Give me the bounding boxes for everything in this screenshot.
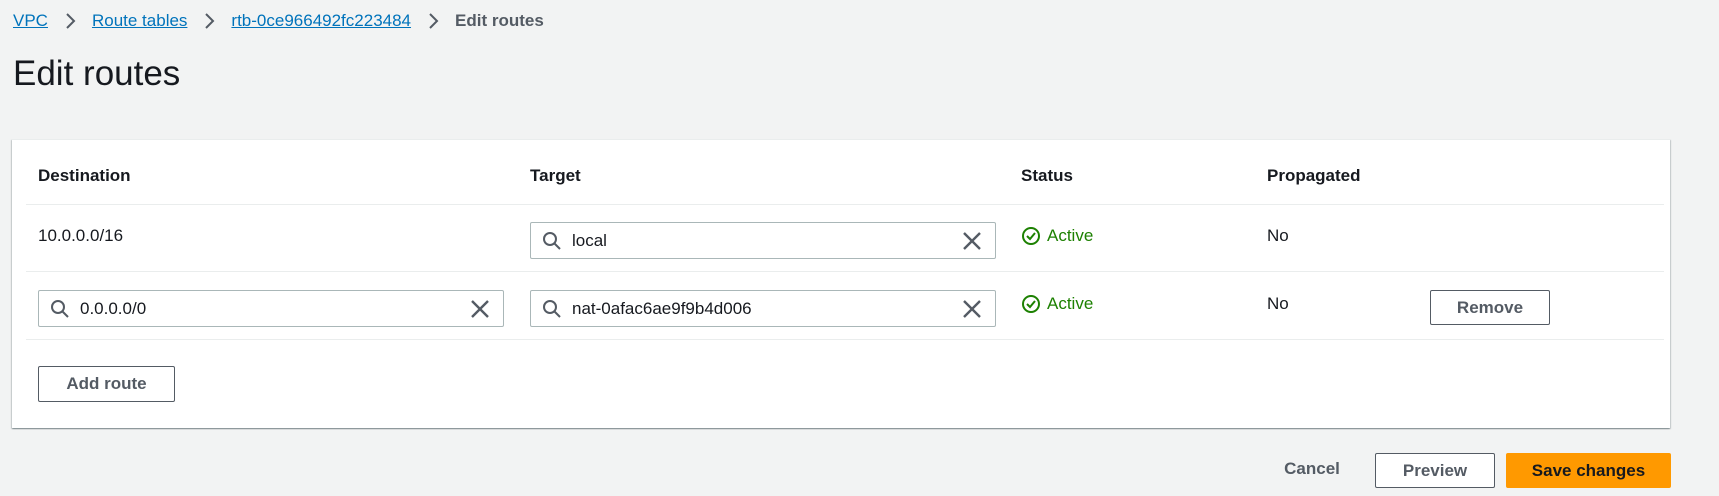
preview-button[interactable]: Preview bbox=[1375, 453, 1495, 488]
status-text: Active bbox=[1047, 226, 1094, 245]
chevron-right-icon bbox=[48, 10, 92, 32]
breadcrumb: VPC Route tables rtb-0ce966492fc223484 E… bbox=[13, 10, 544, 32]
status-text: Active bbox=[1047, 294, 1094, 313]
column-header-target: Target bbox=[530, 166, 581, 185]
breadcrumb-link-route-tables[interactable]: Route tables bbox=[92, 11, 187, 31]
search-icon bbox=[543, 231, 561, 250]
destination-text: 10.0.0.0/16 bbox=[38, 226, 124, 245]
save-changes-button[interactable]: Save changes bbox=[1506, 453, 1671, 488]
add-route-button[interactable]: Add route bbox=[38, 366, 175, 402]
target-input[interactable] bbox=[572, 293, 961, 324]
chevron-right-icon bbox=[411, 10, 455, 32]
row-divider bbox=[26, 339, 1664, 340]
clear-icon[interactable] bbox=[961, 230, 983, 252]
status-indicator: Active bbox=[1021, 226, 1093, 246]
target-input[interactable] bbox=[572, 225, 961, 256]
breadcrumb-current: Edit routes bbox=[455, 11, 544, 30]
status-positive-icon bbox=[1022, 295, 1040, 313]
page-title: Edit routes bbox=[13, 54, 181, 93]
remove-button[interactable]: Remove bbox=[1430, 290, 1550, 325]
destination-field bbox=[38, 290, 504, 327]
target-field bbox=[530, 290, 996, 327]
cancel-button[interactable]: Cancel bbox=[1268, 457, 1356, 481]
breadcrumb-link-vpc[interactable]: VPC bbox=[13, 11, 48, 31]
routes-panel: Destination Target Status Propagated 10.… bbox=[12, 139, 1670, 428]
row-divider bbox=[26, 271, 1664, 272]
destination-input[interactable] bbox=[80, 293, 469, 324]
search-icon bbox=[51, 299, 69, 318]
column-header-status: Status bbox=[1021, 166, 1073, 185]
target-field bbox=[530, 222, 996, 259]
breadcrumb-link-route-table-id[interactable]: rtb-0ce966492fc223484 bbox=[231, 11, 411, 31]
clear-icon[interactable] bbox=[961, 298, 983, 320]
status-positive-icon bbox=[1022, 227, 1040, 245]
propagated-text: No bbox=[1267, 294, 1289, 313]
status-indicator: Active bbox=[1021, 294, 1093, 314]
column-header-propagated: Propagated bbox=[1267, 166, 1361, 185]
row-divider bbox=[26, 204, 1664, 205]
column-header-destination: Destination bbox=[38, 166, 131, 185]
clear-icon[interactable] bbox=[469, 298, 491, 320]
search-icon bbox=[543, 299, 561, 318]
propagated-text: No bbox=[1267, 226, 1289, 245]
chevron-right-icon bbox=[187, 10, 231, 32]
